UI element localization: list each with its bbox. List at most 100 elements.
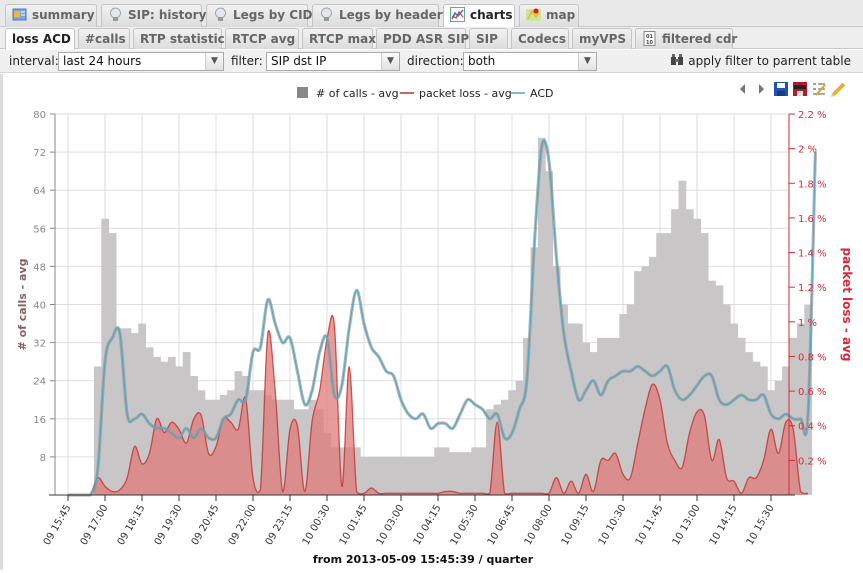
x-tick-labels: 09 15:45 09 17:00 09 18:15 09 19:30 09 20:45… (42, 495, 777, 547)
settings-list-icon[interactable] (813, 83, 826, 96)
calls-bar (463, 452, 472, 495)
right-tick-label: 0.2 % (798, 456, 827, 467)
tab-label: SIP (476, 32, 498, 46)
x-tick-label: 10 10:30 (597, 503, 629, 547)
x-tick-label: 09 22:00 (227, 503, 259, 547)
x-tick-label: 10 08:00 (523, 503, 555, 547)
tab-label: #calls (85, 32, 126, 46)
edit-pencil-icon[interactable] (831, 82, 846, 97)
tab-filtered-cdr[interactable]: 01 10 filtered cdr (635, 28, 737, 49)
left-tick-label: 48 (33, 262, 46, 273)
tab--calls[interactable]: #calls (78, 28, 130, 49)
bulb-icon (215, 7, 226, 21)
left-tick-label: 24 (33, 377, 46, 388)
calls-bar (745, 352, 753, 495)
tab-label: Legs by CID (233, 8, 313, 22)
tab-map[interactable]: map (519, 4, 579, 27)
tab-legs-by-cid[interactable]: Legs by CID (206, 4, 313, 27)
left-tick-label: 16 (33, 415, 46, 426)
x-tick-label: 10 13:00 (671, 503, 703, 547)
legend-label-loss: packet loss - avg (419, 87, 512, 100)
left-tick-label: 56 (33, 224, 46, 235)
calls-bar (404, 456, 413, 495)
calls-bar (434, 447, 443, 495)
x-tick-label: 09 17:00 (79, 503, 111, 547)
chevron-down-icon[interactable]: ▼ (381, 53, 399, 70)
x-tick-label: 10 15:30 (745, 503, 777, 547)
left-tick-label: 72 (33, 148, 46, 159)
right-tick-label: 2.2 % (798, 110, 827, 121)
direction-select[interactable]: both ▼ (463, 52, 597, 71)
right-tick-label: 1 % (798, 318, 817, 329)
calls-bar (456, 452, 465, 495)
bulb-icon (110, 7, 121, 21)
calls-bar (412, 456, 420, 495)
direction-value: both (468, 54, 496, 68)
chevron-down-icon[interactable]: ▼ (205, 53, 223, 70)
x-tick-label: 09 23:15 (264, 503, 296, 547)
tab-rtcp-max[interactable]: RTCP max (302, 28, 377, 49)
filter-label: filter: (231, 54, 263, 68)
tab-sip[interactable]: SIP (469, 28, 508, 49)
calls-bar (545, 171, 554, 495)
tab-pdd-asr-sip[interactable]: PDD ASR SIP (376, 28, 469, 49)
calls-bar (574, 323, 583, 495)
x-tick-label: 10 05:30 (449, 503, 481, 547)
legend-swatch-calls (297, 87, 308, 98)
calls-bar (426, 456, 435, 495)
tab-codecs[interactable]: Codecs (511, 28, 569, 49)
legend: # of calls - avg packet loss - avg ACD (297, 87, 553, 100)
prev-icon[interactable] (740, 84, 745, 94)
right-tick-label: 1.6 % (798, 214, 827, 225)
direction-label: direction: (407, 54, 464, 68)
filter-bar: interval: last 24 hours ▼ filter: SIP ds… (0, 50, 863, 73)
chevron-down-icon[interactable]: ▼ (578, 53, 596, 70)
calls-bar (389, 456, 398, 495)
right-axis-title: packet loss - avg (840, 248, 854, 362)
tab-label: RTCP avg (232, 32, 296, 46)
filter-select[interactable]: SIP dst IP ▼ (266, 52, 400, 71)
tab-sip-history[interactable]: SIP: history (101, 4, 206, 27)
interval-value: last 24 hours (63, 54, 142, 68)
x-axis-title: from 2013-05-09 15:45:39 / quarter (313, 553, 534, 566)
main-tab-bar: summary SIP: history Legs by CID Legs by he… (0, 0, 863, 28)
export-png-icon[interactable] (793, 82, 807, 96)
calls-bar (737, 337, 746, 495)
interval-select[interactable]: last 24 hours ▼ (58, 52, 224, 71)
filter-value: SIP dst IP (271, 54, 327, 68)
tab-charts[interactable]: charts (443, 4, 515, 28)
calls-bar (360, 456, 369, 495)
x-tick-label: 10 01:45 (338, 503, 370, 547)
bulb-icon (321, 7, 332, 21)
apply-filter-label: apply filter to parrent table (688, 54, 851, 68)
tab-myvps[interactable]: myVPS (572, 28, 632, 49)
right-tick-label: 0.4 % (798, 422, 827, 433)
tab-rtcp-avg[interactable]: RTCP avg (225, 28, 299, 49)
right-tick-label: 1.4 % (798, 249, 827, 260)
x-tick-label: 09 15:45 (42, 503, 74, 547)
save-icon[interactable] (774, 82, 788, 96)
calls-bar (449, 452, 457, 495)
chart-sub-tab-bar: loss ACD #calls RTP statistic RTCP avg RTCP … (0, 27, 863, 50)
left-tick-label: 8 (40, 453, 46, 464)
left-tick-label: 32 (33, 339, 46, 350)
right-tick-label: 1.8 % (798, 179, 827, 190)
tab-rtp-statistic[interactable]: RTP statistic (133, 28, 225, 49)
calls-bar (471, 447, 480, 495)
apply-filter-button[interactable]: apply filter to parrent table (670, 54, 851, 68)
tab-legs-by-header[interactable]: Legs by header (312, 4, 443, 27)
tab-label: filtered cdr (662, 32, 738, 46)
x-tick-label: 09 20:45 (190, 503, 222, 547)
tab-loss-acd[interactable]: loss ACD (5, 28, 75, 50)
tab-summary[interactable]: summary (5, 4, 97, 27)
tab-label: RTCP max (309, 32, 377, 46)
calls-bar (375, 456, 383, 495)
loss-acd-chart: 8 16 24 32 40 48 56 64 72 80 0.2 % 0.4 % 0.6 % 0.8 % 1… (16, 82, 854, 566)
next-icon[interactable] (759, 84, 764, 94)
x-tick-label: 10 00:30 (301, 503, 333, 547)
left-tick-label: 64 (33, 186, 46, 197)
tab-label: Codecs (518, 32, 567, 46)
chart-panel: 8 16 24 32 40 48 56 64 72 80 0.2 % 0.4 % 0.6 % 0.8 % 1… (0, 74, 863, 570)
calls-bar (441, 447, 450, 495)
tab-label: map (546, 8, 576, 22)
